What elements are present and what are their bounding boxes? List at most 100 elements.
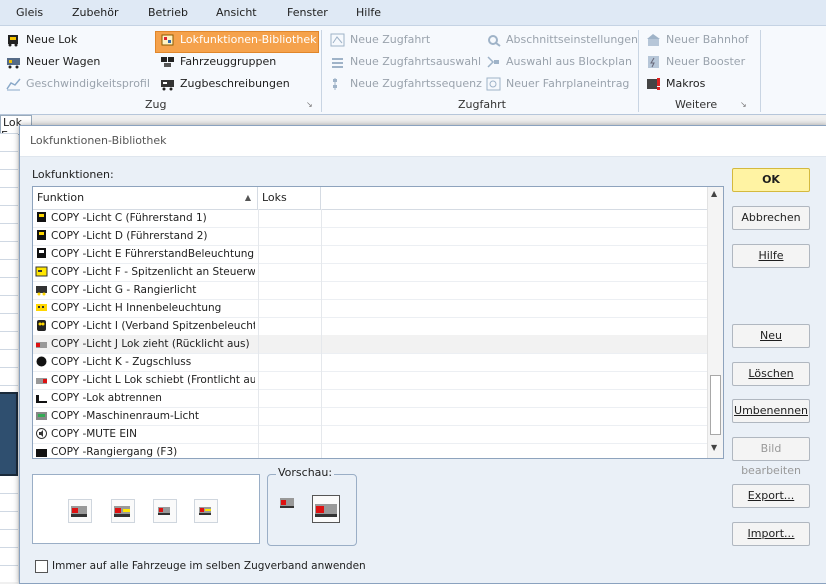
list-item[interactable]: COPY -Licht D (Führerstand 2): [33, 227, 707, 246]
track-locomotive[interactable]: [0, 392, 18, 476]
preview-large-icon: [312, 495, 340, 523]
list-item[interactable]: COPY -MUTE EIN: [33, 425, 707, 444]
function-image-small-on-icon[interactable]: [194, 499, 218, 523]
list-item[interactable]: COPY -Rangiergang (F3): [33, 443, 707, 458]
zug-launcher-icon[interactable]: ↘: [306, 100, 313, 109]
new-button[interactable]: Neu: [732, 324, 810, 348]
loco-function-library-button[interactable]: Lokfunktionen-Bibliothek: [158, 30, 316, 50]
function-image-on-icon[interactable]: [111, 499, 135, 523]
apply-to-all-checkbox[interactable]: [35, 560, 48, 573]
help-button[interactable]: Hilfe: [732, 244, 810, 268]
cell-divider: [321, 389, 322, 407]
menu-zubehoer[interactable]: Zubehör: [72, 6, 118, 19]
menu-bar: Gleis Zubehör Betrieb Ansicht Fenster Hi…: [0, 0, 826, 26]
function-name: COPY -Rangiergang (F3): [51, 446, 178, 458]
blockplan-icon: [487, 56, 499, 68]
speed-profile-button[interactable]: Geschwindigkeitsprofil: [4, 74, 150, 94]
new-train-route-button[interactable]: Neue Zugfahrt: [328, 30, 430, 50]
scrollbar-thumb[interactable]: [710, 375, 721, 435]
cell-divider: [258, 335, 259, 353]
library-icon: [161, 34, 174, 46]
vehicle-groups-button[interactable]: Fahrzeuggruppen: [158, 52, 276, 72]
function-name: COPY -Licht G - Rangierlicht: [51, 284, 197, 296]
new-loco-button[interactable]: Neue Lok: [4, 30, 77, 50]
cell-divider: [258, 263, 259, 281]
function-name: COPY -Licht E FührerstandBeleuchtung ...: [51, 248, 255, 260]
column-header-function[interactable]: Funktion ▲: [33, 187, 258, 209]
list-scrollbar[interactable]: ▲ ▼: [707, 187, 723, 458]
import-button[interactable]: Import...: [732, 522, 810, 546]
train-description-icon: [161, 80, 174, 91]
function-image-off-icon[interactable]: [68, 499, 92, 523]
function-name: COPY -Licht I (Verband Spitzenbeleuchtu.…: [51, 320, 255, 332]
new-route-sequence-button[interactable]: Neue Zugfahrtssequenz: [328, 74, 482, 94]
list-item[interactable]: COPY -Lok abtrennen: [33, 389, 707, 408]
menu-betrieb[interactable]: Betrieb: [148, 6, 188, 19]
function-icon: [37, 248, 46, 258]
apply-to-all-label: Immer auf alle Fahrzeuge im selben Zugve…: [52, 560, 366, 572]
cell-divider: [258, 353, 259, 371]
new-timetable-entry-button[interactable]: Neuer Fahrplaneintrag: [484, 74, 629, 94]
function-list[interactable]: Funktion ▲ Loks COPY -Licht C (Führersta…: [32, 186, 724, 459]
new-booster-button[interactable]: Neuer Booster: [644, 52, 745, 72]
cell-divider: [321, 425, 322, 443]
booster-icon: [648, 56, 659, 68]
new-wagon-button[interactable]: Neuer Wagen: [4, 52, 100, 72]
cell-divider: [258, 299, 259, 317]
function-name: COPY -Licht H Innenbeleuchtung: [51, 302, 222, 314]
ok-button[interactable]: OK: [732, 168, 810, 192]
menu-gleis[interactable]: Gleis: [16, 6, 43, 19]
cell-divider: [258, 209, 259, 227]
function-name: COPY -Lok abtrennen: [51, 392, 162, 404]
track-plan-canvas[interactable]: [0, 133, 18, 582]
menu-fenster[interactable]: Fenster: [287, 6, 328, 19]
scroll-down-icon[interactable]: ▼: [711, 443, 717, 452]
scroll-up-icon[interactable]: ▲: [711, 189, 717, 198]
weitere-launcher-icon[interactable]: ↘: [740, 100, 747, 109]
function-icon: [36, 356, 47, 367]
function-icon: [36, 304, 47, 311]
cell-divider: [258, 389, 259, 407]
cell-divider: [321, 317, 322, 335]
menu-hilfe[interactable]: Hilfe: [356, 6, 381, 19]
section-settings-icon: [488, 35, 501, 47]
new-station-button[interactable]: Neuer Bahnhof: [644, 30, 749, 50]
function-image-small-off-icon[interactable]: [153, 499, 177, 523]
vehicle-group-icon: [161, 57, 174, 67]
list-item[interactable]: COPY -Licht L Lok schiebt (Frontlicht au…: [33, 371, 707, 390]
list-item[interactable]: COPY -Licht C (Führerstand 1): [33, 209, 707, 228]
select-from-blockplan-button[interactable]: Auswahl aus Blockplan: [484, 52, 632, 72]
list-item[interactable]: COPY -Licht E FührerstandBeleuchtung ...: [33, 245, 707, 264]
function-icon: [37, 212, 46, 222]
new-route-selection-button[interactable]: Neue Zugfahrtsauswahl: [328, 52, 481, 72]
list-item[interactable]: COPY -Licht H Innenbeleuchtung: [33, 299, 707, 318]
cell-divider: [258, 317, 259, 335]
loco-function-library-dialog: Lokfunktionen-Bibliothek Lokfunktionen: …: [19, 125, 826, 584]
cancel-button[interactable]: Abbrechen: [732, 206, 810, 230]
dialog-titlebar[interactable]: Lokfunktionen-Bibliothek: [20, 126, 826, 157]
list-item[interactable]: COPY -Licht G - Rangierlicht: [33, 281, 707, 300]
section-settings-button[interactable]: Abschnittseinstellungen: [484, 30, 638, 50]
list-header: Funktion ▲ Loks: [33, 187, 707, 210]
list-item[interactable]: COPY -Licht F - Spitzenlicht an Steuerwa…: [33, 263, 707, 282]
delete-button[interactable]: Löschen: [732, 362, 810, 386]
macros-button[interactable]: Makros: [644, 74, 705, 94]
locomotive-icon: [8, 35, 18, 47]
rename-button[interactable]: Umbenennen: [732, 399, 810, 423]
export-button[interactable]: Export...: [732, 484, 810, 508]
list-caption: Lokfunktionen:: [32, 168, 114, 181]
train-descriptions-button[interactable]: Zugbeschreibungen: [158, 74, 290, 94]
cell-divider: [258, 281, 259, 299]
function-icon: [36, 286, 47, 296]
column-header-locos[interactable]: Loks: [258, 187, 321, 209]
menu-ansicht[interactable]: Ansicht: [216, 6, 257, 19]
list-item[interactable]: COPY -Licht I (Verband Spitzenbeleuchtu.…: [33, 317, 707, 336]
list-item[interactable]: COPY -Licht J Lok zieht (Rücklicht aus): [33, 335, 707, 354]
list-item[interactable]: COPY -Maschinenraum-Licht: [33, 407, 707, 426]
cell-divider: [258, 443, 259, 458]
edit-image-button[interactable]: Bild bearbeiten: [732, 437, 810, 477]
cell-divider: [321, 227, 322, 245]
macro-icon: [647, 78, 660, 90]
function-icon: [36, 412, 47, 420]
list-item[interactable]: COPY -Licht K - Zugschluss: [33, 353, 707, 372]
